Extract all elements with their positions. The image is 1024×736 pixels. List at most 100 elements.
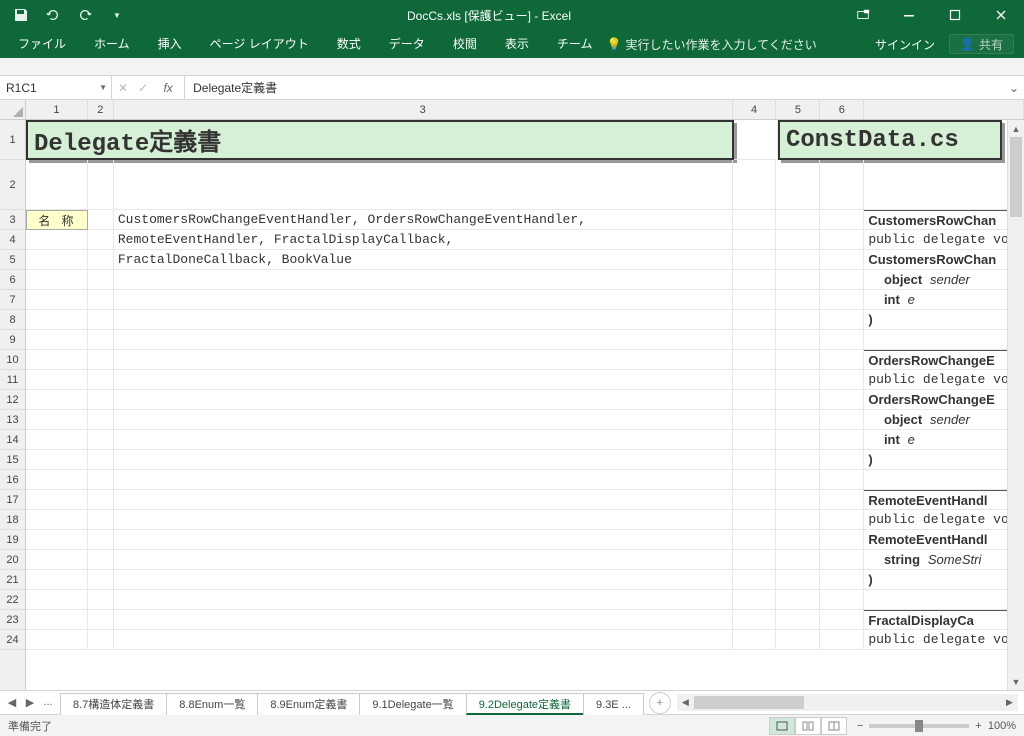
- cell[interactable]: [776, 210, 820, 230]
- cell[interactable]: [88, 370, 114, 390]
- row-header[interactable]: 7: [0, 290, 25, 310]
- cell[interactable]: ): [864, 310, 1024, 330]
- col-header[interactable]: 6: [820, 100, 864, 119]
- cell-title-left[interactable]: Delegate定義書: [26, 120, 734, 160]
- cell[interactable]: [114, 470, 733, 490]
- cell[interactable]: [26, 370, 88, 390]
- cell[interactable]: [776, 410, 820, 430]
- cell[interactable]: [776, 310, 820, 330]
- cell[interactable]: [820, 550, 864, 570]
- cell[interactable]: [26, 330, 88, 350]
- cell[interactable]: [733, 610, 777, 630]
- cell[interactable]: CustomersRowChan: [864, 250, 1024, 270]
- cell[interactable]: [114, 450, 733, 470]
- row-header[interactable]: 17: [0, 490, 25, 510]
- cell[interactable]: [114, 610, 733, 630]
- tab-data[interactable]: データ: [375, 30, 439, 58]
- cell[interactable]: [820, 410, 864, 430]
- scroll-down-icon[interactable]: ▼: [1008, 673, 1024, 690]
- close-icon[interactable]: [978, 0, 1024, 30]
- cell[interactable]: [776, 470, 820, 490]
- cell[interactable]: [733, 290, 777, 310]
- cell[interactable]: [733, 490, 777, 510]
- cell[interactable]: [114, 160, 733, 210]
- cell[interactable]: [26, 410, 88, 430]
- zoom-slider[interactable]: [869, 724, 969, 728]
- cell[interactable]: [733, 430, 777, 450]
- cell[interactable]: [26, 390, 88, 410]
- sheet-nav-more[interactable]: ...: [40, 696, 56, 709]
- cell[interactable]: [114, 310, 733, 330]
- cell[interactable]: [114, 570, 733, 590]
- maximize-icon[interactable]: [932, 0, 978, 30]
- cell[interactable]: [26, 270, 88, 290]
- cell[interactable]: [820, 210, 864, 230]
- cell[interactable]: [733, 210, 777, 230]
- cell[interactable]: [88, 410, 114, 430]
- cell[interactable]: public delegate vo: [864, 510, 1024, 530]
- cell[interactable]: [776, 610, 820, 630]
- cell[interactable]: [776, 430, 820, 450]
- cell[interactable]: [733, 160, 777, 210]
- cell[interactable]: [776, 530, 820, 550]
- col-header[interactable]: [864, 100, 1024, 119]
- cell[interactable]: [733, 230, 777, 250]
- share-button[interactable]: 👤 共有: [949, 34, 1014, 54]
- cell[interactable]: [26, 530, 88, 550]
- cell[interactable]: [776, 590, 820, 610]
- row-header[interactable]: 3: [0, 210, 25, 230]
- select-all-corner[interactable]: [0, 100, 25, 120]
- fx-icon[interactable]: fx: [158, 81, 178, 95]
- row-header[interactable]: 10: [0, 350, 25, 370]
- cell[interactable]: [820, 230, 864, 250]
- cell[interactable]: [776, 160, 820, 210]
- cell[interactable]: [733, 250, 777, 270]
- zoom-in-button[interactable]: +: [975, 720, 981, 732]
- scroll-left-icon[interactable]: ◀: [677, 694, 694, 711]
- cell[interactable]: [26, 570, 88, 590]
- sheet-nav-next-icon[interactable]: ▶: [22, 696, 38, 709]
- cell[interactable]: [776, 630, 820, 650]
- cell[interactable]: [733, 330, 777, 350]
- cell[interactable]: [26, 430, 88, 450]
- vertical-scrollbar[interactable]: ▲ ▼: [1007, 120, 1024, 690]
- cell[interactable]: [820, 350, 864, 370]
- cell[interactable]: [26, 290, 88, 310]
- cell[interactable]: ): [864, 450, 1024, 470]
- horizontal-scrollbar[interactable]: ◀ ▶: [677, 694, 1018, 711]
- cell[interactable]: [733, 510, 777, 530]
- cell[interactable]: [114, 270, 733, 290]
- view-normal-icon[interactable]: [769, 717, 795, 735]
- cell[interactable]: [820, 390, 864, 410]
- cell[interactable]: [864, 160, 1024, 210]
- cell[interactable]: [88, 490, 114, 510]
- cell-title-right[interactable]: ConstData.cs: [778, 120, 1002, 160]
- row-header[interactable]: 13: [0, 410, 25, 430]
- cell[interactable]: [733, 270, 777, 290]
- cell[interactable]: [776, 330, 820, 350]
- cell[interactable]: [776, 270, 820, 290]
- cell[interactable]: [26, 550, 88, 570]
- cell[interactable]: [733, 550, 777, 570]
- cell[interactable]: [26, 470, 88, 490]
- row-header[interactable]: 11: [0, 370, 25, 390]
- cell[interactable]: [733, 470, 777, 490]
- col-header[interactable]: 4: [733, 100, 777, 119]
- cell[interactable]: [114, 630, 733, 650]
- row-header[interactable]: 2: [0, 160, 25, 210]
- cell[interactable]: [88, 570, 114, 590]
- expand-formula-icon[interactable]: ⌄: [1004, 76, 1024, 99]
- cell[interactable]: [820, 370, 864, 390]
- cell[interactable]: [88, 510, 114, 530]
- cell[interactable]: [88, 290, 114, 310]
- sheet-tab[interactable]: 8.8Enum一覧: [166, 693, 258, 715]
- cell[interactable]: RemoteEventHandler, FractalDisplayCallba…: [114, 230, 733, 250]
- cell[interactable]: [820, 160, 864, 210]
- row-header[interactable]: 5: [0, 250, 25, 270]
- cell[interactable]: [733, 630, 777, 650]
- tab-formulas[interactable]: 数式: [323, 30, 375, 58]
- row-header[interactable]: 14: [0, 430, 25, 450]
- scroll-up-icon[interactable]: ▲: [1008, 120, 1024, 137]
- row-header[interactable]: 12: [0, 390, 25, 410]
- new-sheet-button[interactable]: +: [649, 692, 671, 714]
